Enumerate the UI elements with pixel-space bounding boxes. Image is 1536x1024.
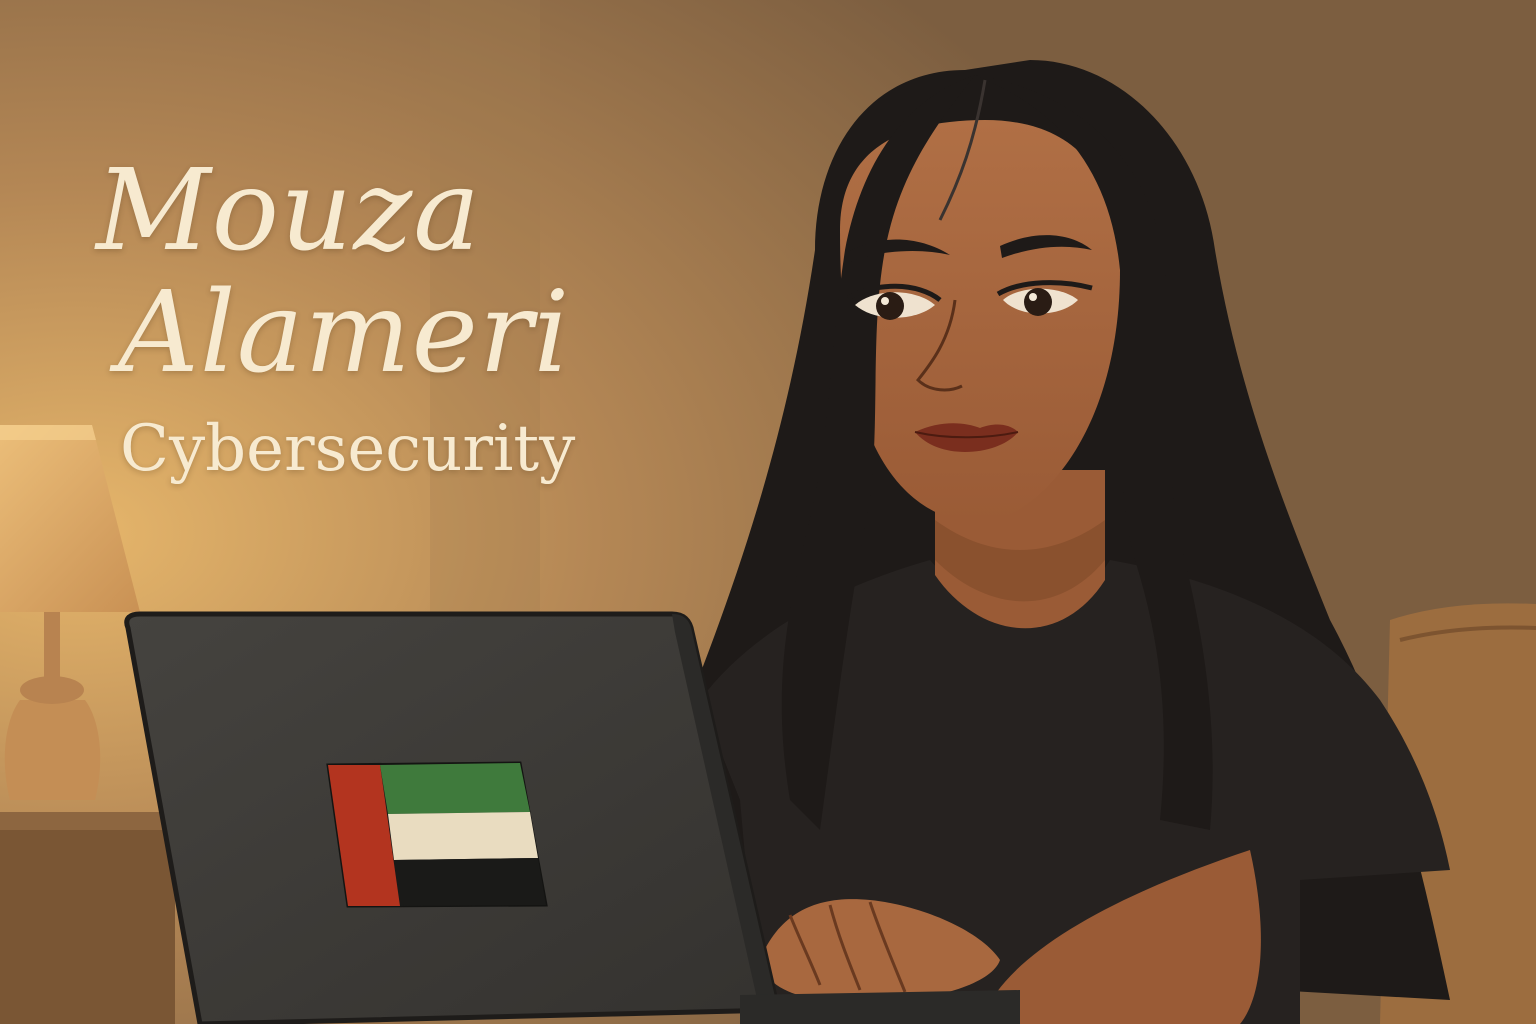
first-name: Mouza [96,146,482,276]
side-table [0,820,175,1024]
field-subtitle: Cybersecurity [120,412,576,486]
last-name: Alameri [118,268,571,398]
illustration-scene: Mouza Alameri Cybersecurity [0,0,1536,1024]
uae-flag-icon [326,761,548,908]
title-block: Mouza Alameri Cybersecurity [96,150,736,486]
